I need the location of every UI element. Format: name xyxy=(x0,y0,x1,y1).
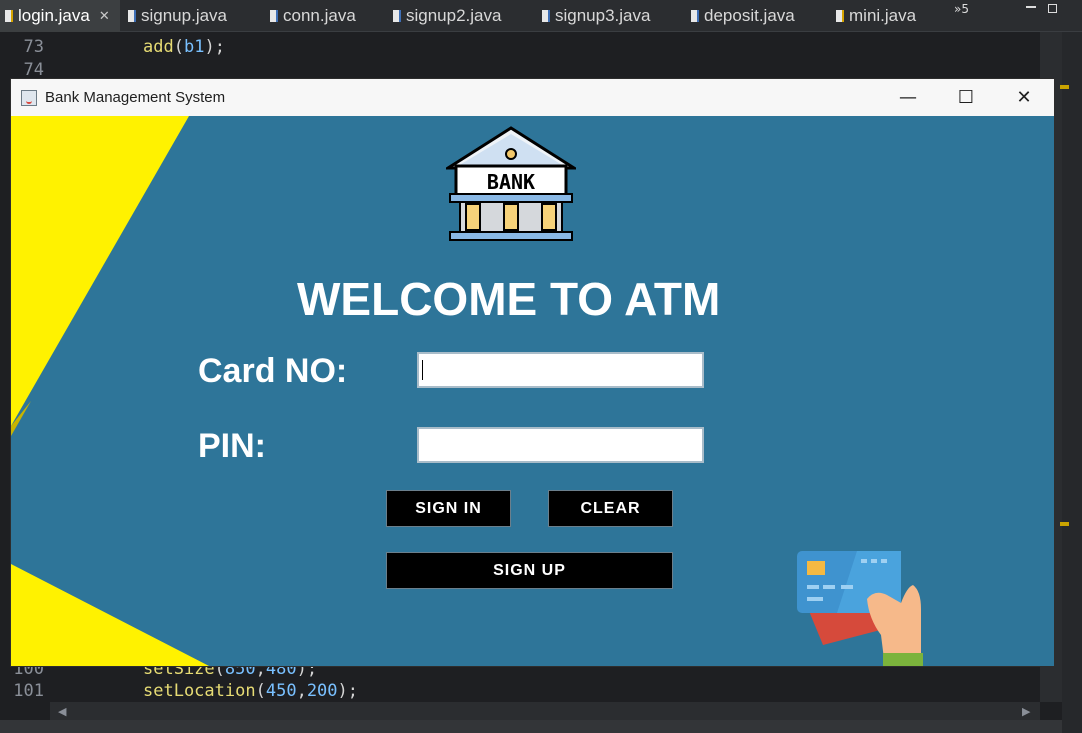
tab-signup3-java[interactable]: signup3.java xyxy=(542,0,650,32)
pin-label: PIN: xyxy=(198,427,266,465)
scroll-left-icon[interactable]: ◀ xyxy=(58,705,66,718)
window-title: Bank Management System xyxy=(45,89,226,106)
code-line: 101 setLocation(450,200); xyxy=(0,680,358,702)
clear-button[interactable]: CLEAR xyxy=(548,490,673,527)
top-left-yellow-shape xyxy=(11,116,189,426)
java-file-icon xyxy=(128,10,136,22)
java-file-icon xyxy=(542,10,550,22)
maximize-editor-icon[interactable] xyxy=(1048,4,1057,13)
java-file-icon xyxy=(270,10,278,22)
line-number: 73 xyxy=(23,37,44,57)
code-text: setLocation(450,200); xyxy=(143,681,359,701)
minimize-button[interactable]: — xyxy=(879,79,937,116)
tab-label: mini.java xyxy=(849,6,917,25)
sign-up-button[interactable]: SIGN UP xyxy=(386,552,673,589)
window-titlebar[interactable]: Bank Management System — ☐ ✕ xyxy=(11,79,1054,116)
tab-signup-java[interactable]: signup.java xyxy=(128,0,227,32)
tab-overflow-button[interactable]: »5 xyxy=(954,2,969,16)
java-file-icon xyxy=(393,10,401,22)
java-file-icon xyxy=(691,10,699,22)
tab-label: signup.java xyxy=(141,6,228,25)
tab-label: login.java xyxy=(18,6,90,25)
bank-management-window: Bank Management System — ☐ ✕ BANK WELCOM… xyxy=(10,78,1055,667)
tab-signup2-java[interactable]: signup2.java xyxy=(393,0,501,32)
java-file-icon xyxy=(5,10,13,22)
tab-label: signup2.java xyxy=(406,6,502,25)
svg-text:BANK: BANK xyxy=(487,170,535,194)
close-tab-icon[interactable]: ✕ xyxy=(99,8,110,24)
minimize-editor-icon[interactable] xyxy=(1026,6,1036,8)
code-text: add(b1); xyxy=(143,37,225,57)
scroll-right-icon[interactable]: ▶ xyxy=(1022,705,1030,718)
overview-ruler xyxy=(1062,32,1082,733)
status-bar xyxy=(0,720,1062,733)
warning-marker[interactable] xyxy=(1060,522,1069,526)
tab-label: deposit.java xyxy=(704,6,795,25)
credit-card-icon xyxy=(797,551,923,666)
login-panel: BANK WELCOME TO ATM Card NO: PIN: SIGN I… xyxy=(11,116,1054,666)
tab-login-java[interactable]: login.java ✕ xyxy=(0,0,120,32)
tab-conn-java[interactable]: conn.java xyxy=(270,0,356,32)
java-app-icon xyxy=(21,89,37,106)
warning-marker[interactable] xyxy=(1060,85,1069,89)
tab-mini-java[interactable]: mini.java xyxy=(836,0,916,32)
tab-deposit-java[interactable]: deposit.java xyxy=(691,0,795,32)
code-line: 73 add(b1); xyxy=(0,36,225,58)
tab-label: signup3.java xyxy=(555,6,651,25)
card-number-label: Card NO: xyxy=(198,352,348,390)
close-button[interactable]: ✕ xyxy=(995,79,1053,116)
maximize-button[interactable]: ☐ xyxy=(937,79,995,116)
tab-label: conn.java xyxy=(283,6,356,25)
horizontal-scrollbar[interactable]: ◀ ▶ xyxy=(50,702,1040,720)
java-file-icon xyxy=(836,10,844,22)
pin-input[interactable] xyxy=(417,427,704,463)
line-number: 101 xyxy=(13,681,44,701)
editor-tab-bar: login.java ✕ signup.java conn.java signu… xyxy=(0,0,1082,32)
welcome-heading: WELCOME TO ATM xyxy=(297,273,721,325)
line-number: 74 xyxy=(23,60,44,80)
bank-icon: BANK xyxy=(446,126,576,241)
bottom-left-yellow-shape xyxy=(11,564,210,666)
card-number-input[interactable] xyxy=(417,352,704,388)
sign-in-button[interactable]: SIGN IN xyxy=(386,490,511,527)
